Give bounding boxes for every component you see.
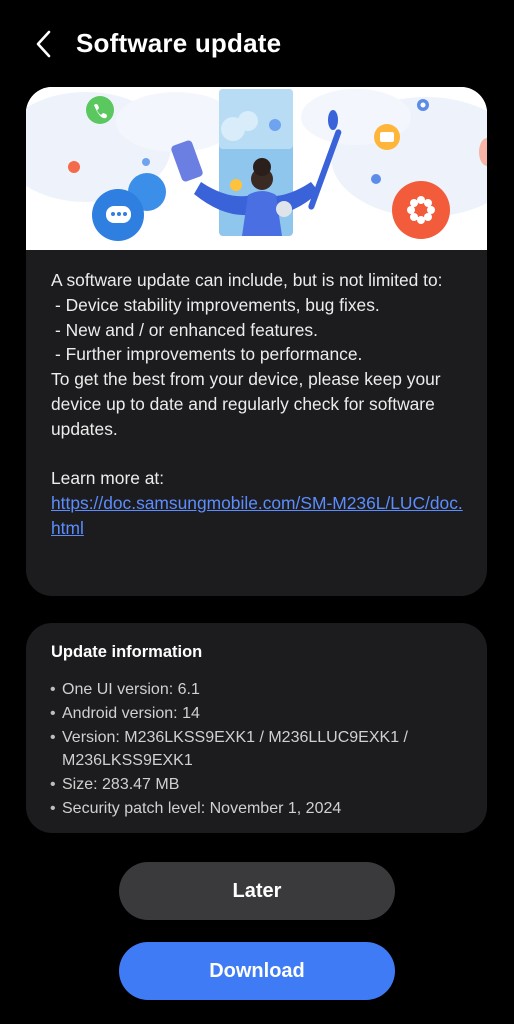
- description-card: A software update can include, but is no…: [26, 87, 487, 596]
- description-item: - Device stability improvements, bug fix…: [55, 294, 380, 315]
- page-title: Software update: [76, 28, 282, 58]
- info-security-patch: Security patch level: November 1, 2024: [49, 797, 469, 821]
- description-advice: To get the best from your device, please…: [51, 369, 441, 439]
- chevron-left-icon: [36, 30, 51, 58]
- update-banner-illustration: [26, 87, 487, 250]
- top-app-bar: Software update: [0, 0, 514, 90]
- info-one-ui-version: One UI version: 6.1: [49, 678, 469, 702]
- update-description: A software update can include, but is no…: [51, 268, 471, 541]
- back-button[interactable]: [26, 26, 62, 62]
- description-intro: A software update can include, but is no…: [51, 270, 443, 290]
- documentation-link[interactable]: https://doc.samsungmobile.com/SM-M236L/L…: [51, 493, 463, 538]
- later-button[interactable]: Later: [119, 862, 395, 920]
- description-item: - New and / or enhanced features.: [55, 319, 318, 340]
- banner-illustration: [26, 87, 487, 250]
- info-build-version: Version: M236LKSS9EXK1 / M236LLUC9EXK1 /…: [49, 726, 469, 774]
- update-information-card: Update information One UI version: 6.1 A…: [26, 623, 487, 833]
- download-button[interactable]: Download: [119, 942, 395, 1000]
- description-item: - Further improvements to performance.: [55, 344, 363, 365]
- update-information-title: Update information: [51, 643, 203, 661]
- info-size: Size: 283.47 MB: [49, 773, 469, 797]
- learn-more-label: Learn more at:: [51, 468, 165, 489]
- update-information-list: One UI version: 6.1 Android version: 14 …: [49, 678, 469, 821]
- info-android-version: Android version: 14: [49, 702, 469, 726]
